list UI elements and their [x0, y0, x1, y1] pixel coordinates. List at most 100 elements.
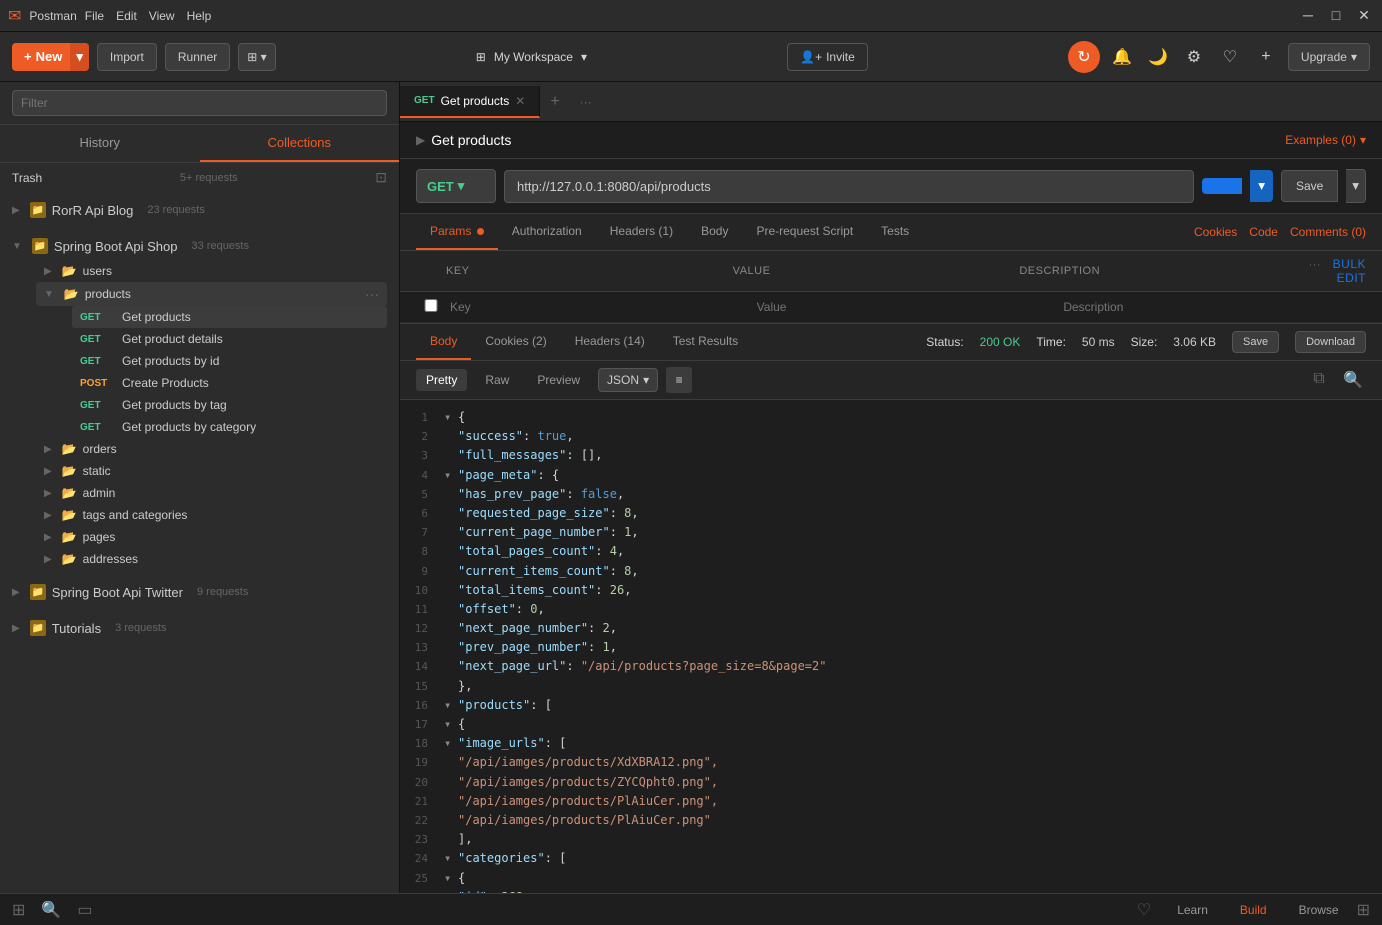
- folder-tags-categories[interactable]: ▶ 📂 tags and categories: [36, 504, 387, 526]
- format-raw[interactable]: Raw: [475, 369, 519, 391]
- build-icon[interactable]: ⊞: [12, 900, 25, 920]
- tab-close-icon[interactable]: ✕: [515, 94, 525, 108]
- heart-status-icon[interactable]: ♡: [1137, 900, 1151, 920]
- save-response-button[interactable]: Save: [1232, 331, 1279, 353]
- param-checkbox[interactable]: [416, 299, 446, 312]
- menu-view[interactable]: View: [149, 9, 175, 23]
- notification-icon[interactable]: 🔔: [1108, 43, 1136, 71]
- url-input[interactable]: [504, 170, 1194, 203]
- tab-tests[interactable]: Tests: [867, 214, 923, 250]
- add-icon[interactable]: +: [1252, 43, 1280, 71]
- grid-status-icon[interactable]: ⊞: [1357, 900, 1370, 920]
- collapse-arrow-icon[interactable]: ▾: [444, 466, 458, 485]
- download-button[interactable]: Download: [1295, 331, 1366, 353]
- format-type-select[interactable]: JSON ▾: [598, 368, 658, 392]
- word-wrap-icon[interactable]: ≡: [666, 367, 692, 393]
- collapse-icon[interactable]: ▶: [416, 133, 425, 147]
- format-preview[interactable]: Preview: [527, 369, 590, 391]
- examples-link[interactable]: Examples (0) ▾: [1285, 133, 1366, 147]
- sync-icon[interactable]: ↻: [1068, 41, 1100, 73]
- collapse-arrow-icon[interactable]: ▾: [444, 408, 458, 427]
- trash-label[interactable]: Trash: [12, 171, 42, 185]
- save-button[interactable]: Save: [1281, 170, 1338, 202]
- tab-get-products[interactable]: GET Get products ✕: [400, 86, 540, 118]
- close-button[interactable]: ✕: [1354, 7, 1374, 24]
- code-link[interactable]: Code: [1249, 225, 1278, 239]
- maximize-button[interactable]: □: [1326, 7, 1346, 24]
- menu-edit[interactable]: Edit: [116, 9, 137, 23]
- terminal-icon[interactable]: ▭: [77, 900, 92, 920]
- add-tab-button[interactable]: +: [540, 85, 569, 119]
- folder-products[interactable]: ▼ 📂 products ···: [36, 282, 387, 306]
- upgrade-button[interactable]: Upgrade ▾: [1288, 43, 1370, 71]
- collections-tab[interactable]: Collections: [200, 125, 400, 162]
- json-response-body[interactable]: 1▾{2 "success": true,3 "full_messages": …: [400, 400, 1382, 893]
- folder-addresses[interactable]: ▶ 📂 addresses: [36, 548, 387, 570]
- collapse-arrow-icon[interactable]: ▾: [444, 696, 458, 715]
- param-key-input[interactable]: [446, 296, 753, 318]
- tab-body[interactable]: Body: [687, 214, 742, 250]
- resp-tab-headers[interactable]: Headers (14): [561, 324, 659, 360]
- format-pretty[interactable]: Pretty: [416, 369, 467, 391]
- trash-action-icon[interactable]: ⊡: [375, 169, 387, 186]
- folder-users[interactable]: ▶ 📂 users: [36, 260, 387, 282]
- param-value-input[interactable]: [753, 296, 1060, 318]
- request-get-products-by-tag[interactable]: GET Get products by tag: [72, 394, 387, 416]
- resp-tab-body[interactable]: Body: [416, 324, 471, 360]
- invite-button[interactable]: 👤+ Invite: [787, 43, 868, 71]
- history-tab[interactable]: History: [0, 125, 200, 162]
- build-button[interactable]: Build: [1226, 899, 1281, 921]
- search-status-icon[interactable]: 🔍: [41, 900, 61, 920]
- tab-params[interactable]: Params: [416, 214, 498, 250]
- send-button[interactable]: [1202, 178, 1242, 194]
- search-icon[interactable]: 🔍: [1340, 370, 1366, 390]
- send-arrow-button[interactable]: ▾: [1250, 170, 1273, 202]
- folder-static[interactable]: ▶ 📂 static: [36, 460, 387, 482]
- folder-admin[interactable]: ▶ 📂 admin: [36, 482, 387, 504]
- save-arrow-button[interactable]: ▾: [1346, 169, 1366, 203]
- request-get-products-by-id[interactable]: GET Get products by id: [72, 350, 387, 372]
- learn-button[interactable]: Learn: [1163, 899, 1222, 921]
- resp-tab-cookies[interactable]: Cookies (2): [471, 324, 560, 360]
- sync-button[interactable]: ⊞ ▾: [238, 43, 275, 71]
- minimize-button[interactable]: ─: [1298, 7, 1318, 24]
- import-button[interactable]: Import: [97, 43, 157, 71]
- collapse-arrow-icon[interactable]: ▾: [444, 869, 458, 888]
- runner-button[interactable]: Runner: [165, 43, 230, 71]
- tab-headers[interactable]: Headers (1): [596, 214, 687, 250]
- request-get-product-details[interactable]: GET Get product details: [72, 328, 387, 350]
- tab-more-button[interactable]: ···: [570, 87, 602, 117]
- tab-authorization[interactable]: Authorization: [498, 214, 596, 250]
- comments-link[interactable]: Comments (0): [1290, 225, 1366, 239]
- bulk-edit-button[interactable]: Bulk Edit: [1333, 257, 1366, 285]
- request-post-create-products[interactable]: POST Create Products: [72, 372, 387, 394]
- request-get-products[interactable]: GET Get products: [72, 306, 387, 328]
- collection-springshop-header[interactable]: ▼ 📁 Spring Boot Api Shop 33 requests: [12, 232, 387, 260]
- new-arrow-icon[interactable]: ▾: [70, 43, 89, 71]
- settings-icon[interactable]: ⚙: [1180, 43, 1208, 71]
- cookies-link[interactable]: Cookies: [1194, 225, 1237, 239]
- workspace-selector[interactable]: ⊞ My Workspace ▾: [476, 50, 587, 64]
- resp-tab-test-results[interactable]: Test Results: [659, 324, 752, 360]
- browse-button[interactable]: Browse: [1285, 899, 1353, 921]
- collection-rorrapi-header[interactable]: ▶ 📁 RorR Api Blog 23 requests: [12, 196, 387, 224]
- collapse-arrow-icon[interactable]: ▾: [444, 715, 458, 734]
- folder-more-icon[interactable]: ···: [365, 286, 379, 302]
- menu-help[interactable]: Help: [187, 9, 212, 23]
- method-select[interactable]: GET ▾: [416, 169, 496, 203]
- collapse-arrow-icon[interactable]: ▾: [444, 734, 458, 753]
- request-get-products-by-category[interactable]: GET Get products by category: [72, 416, 387, 438]
- new-button[interactable]: + New ▾: [12, 43, 89, 71]
- copy-icon[interactable]: ⧉: [1306, 370, 1332, 390]
- collection-springtwitter-header[interactable]: ▶ 📁 Spring Boot Api Twitter 9 requests: [12, 578, 387, 606]
- folder-pages[interactable]: ▶ 📂 pages: [36, 526, 387, 548]
- folder-orders[interactable]: ▶ 📂 orders: [36, 438, 387, 460]
- theme-icon[interactable]: 🌙: [1144, 43, 1172, 71]
- search-input[interactable]: [12, 90, 387, 116]
- tab-prerequest[interactable]: Pre-request Script: [742, 214, 867, 250]
- menu-file[interactable]: File: [85, 9, 104, 23]
- collection-tutorials-header[interactable]: ▶ 📁 Tutorials 3 requests: [12, 614, 387, 642]
- heart-icon[interactable]: ♡: [1216, 43, 1244, 71]
- param-desc-input[interactable]: [1059, 296, 1366, 318]
- collapse-arrow-icon[interactable]: ▾: [444, 849, 458, 868]
